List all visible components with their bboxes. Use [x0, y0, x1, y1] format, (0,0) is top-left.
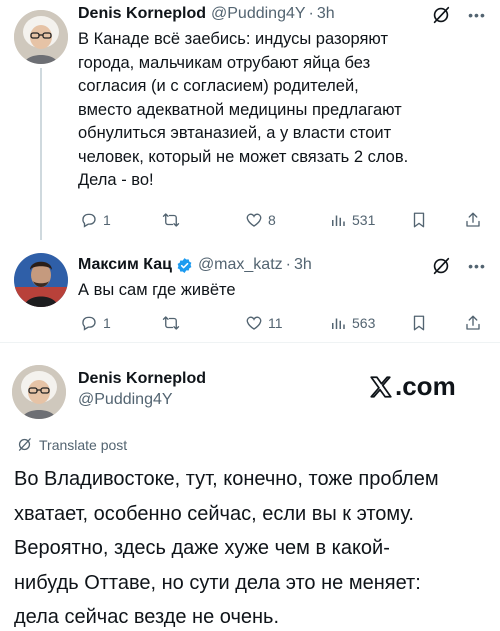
views-icon: [332, 215, 345, 226]
author-handle-row: @Pudding4Y: [78, 389, 173, 411]
tweet-2[interactable]: Максим Кац @max_katz · 3h ••• А вы сам г…: [0, 240, 500, 338]
text-line: Во Владивостоке, тут, конечно, тоже проб…: [14, 468, 439, 490]
text-line: В Канаде всё заебись: индусы разоряют: [78, 30, 388, 48]
more-icon[interactable]: •••: [466, 4, 488, 26]
reply-icon: [82, 316, 96, 331]
bookmark-button[interactable]: [410, 311, 433, 335]
views-icon: [332, 318, 345, 329]
reply-count: 1: [103, 315, 111, 331]
text-line: Дела - во!: [78, 171, 154, 189]
share-icon: [466, 315, 480, 330]
avatar-denis[interactable]: [12, 365, 66, 419]
bookmark-icon: [413, 315, 425, 331]
dot-separator: ·: [308, 5, 314, 22]
tweet-1[interactable]: Denis Korneplod @Pudding4Y · 3h ••• В Ка…: [0, 0, 500, 240]
text-line: Вероятно, здесь даже хуже чем в какой-: [14, 537, 390, 559]
view-count: 563: [352, 315, 376, 331]
grok-icon[interactable]: [430, 255, 452, 277]
x-icon: [370, 375, 392, 398]
thread-line: [40, 68, 42, 240]
author-handle[interactable]: @max_katz: [198, 256, 283, 274]
grok-icon[interactable]: [430, 4, 452, 26]
author-name-row: Denis Korneplod: [78, 368, 206, 390]
brand-text: .com: [395, 371, 456, 401]
avatar-denis[interactable]: [14, 10, 68, 64]
author-handle[interactable]: @Pudding4Y: [78, 391, 173, 409]
bookmark-icon: [413, 212, 425, 228]
text-line: человек, который не может связать 2 слов…: [78, 147, 409, 166]
reply-button[interactable]: 1: [80, 208, 111, 232]
text-line: города, мальчикам отрубают яйца без: [78, 53, 371, 72]
more-icon[interactable]: •••: [466, 255, 488, 277]
like-icon: [246, 213, 262, 227]
timestamp[interactable]: 3h: [317, 5, 335, 23]
tweet-header: Denis Korneplod @Pudding4Y · 3h: [78, 3, 335, 25]
author-name[interactable]: Denis Korneplod: [78, 5, 206, 23]
text-line: А вы сам где живёте: [78, 281, 236, 299]
dot-separator: ·: [285, 256, 291, 273]
like-icon: [246, 316, 262, 330]
reply-icon: [82, 213, 96, 228]
share-button[interactable]: [464, 208, 487, 232]
tweet-actions: 1 11 563: [72, 311, 492, 335]
tweet-actions: 1 8 531: [72, 208, 492, 232]
grok-icon: [18, 438, 31, 451]
translate-label: Translate post: [39, 436, 128, 453]
author-handle[interactable]: @Pudding4Y: [211, 5, 306, 23]
view-count: 531: [352, 212, 376, 228]
views-button[interactable]: 531: [329, 208, 375, 232]
share-button[interactable]: [464, 311, 487, 335]
text-line: дела сейчас везде не очень.: [14, 606, 280, 628]
text-line: согласия (и с согласием) родителей,: [78, 77, 359, 95]
x-logo: .com: [368, 371, 456, 402]
retweet-button[interactable]: [162, 208, 185, 232]
bookmark-button[interactable]: [410, 208, 433, 232]
like-count: 8: [268, 212, 276, 228]
like-button[interactable]: 11: [245, 311, 283, 335]
avatar-max-katz[interactable]: [14, 253, 68, 307]
tweet-text: Во Владивостоке, тут, конечно, тоже проб…: [14, 462, 494, 631]
text-line: обнулиться эвтаназией, а у власти стоит: [78, 124, 392, 142]
text-line: нибудь Оттаве, но сути дела это не меняе…: [14, 571, 421, 594]
text-line: хватает, особенно сейчас, если вы к этом…: [14, 502, 414, 525]
retweet-icon: [162, 316, 180, 330]
tweet-text: В Канаде всё заебись: индусы разоряют го…: [78, 28, 488, 193]
views-button[interactable]: 563: [329, 311, 375, 335]
author-name[interactable]: Denis Korneplod: [78, 370, 206, 388]
like-count: 11: [268, 315, 283, 331]
tweet-text: А вы сам где живёте: [78, 279, 488, 303]
reply-count: 1: [103, 212, 111, 228]
like-button[interactable]: 8: [245, 208, 276, 232]
retweet-button[interactable]: [162, 311, 185, 335]
timestamp[interactable]: 3h: [294, 256, 312, 274]
translate-post-link[interactable]: Translate post: [16, 436, 127, 453]
author-name[interactable]: Максим Кац: [78, 256, 172, 274]
tweet-header: Максим Кац @max_katz · 3h: [78, 254, 312, 276]
retweet-icon: [162, 213, 180, 227]
verified-badge-icon: [176, 257, 193, 274]
share-icon: [466, 212, 480, 227]
reply-button[interactable]: 1: [80, 311, 111, 335]
text-line: вместо адекватной медицины предлагают: [78, 100, 402, 119]
